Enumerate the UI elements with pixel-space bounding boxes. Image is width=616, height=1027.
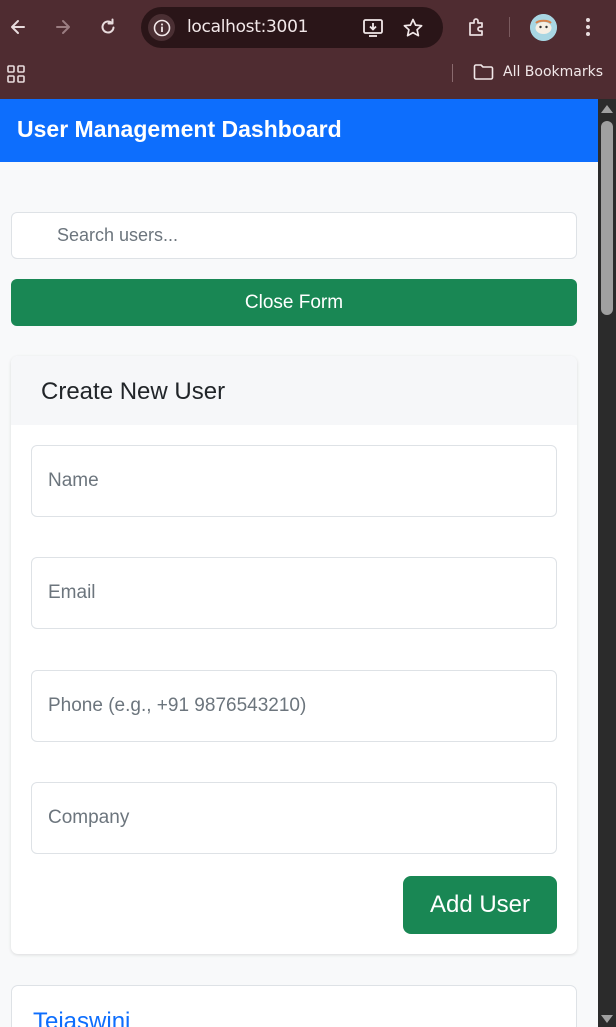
- reload-button[interactable]: [94, 13, 122, 41]
- scrollbar-thumb[interactable]: [601, 121, 613, 315]
- page-viewport: User Management Dashboard Close Form Cre…: [0, 99, 598, 1027]
- extensions-puzzle-icon: [469, 18, 483, 36]
- navbar: User Management Dashboard: [0, 99, 598, 162]
- scroll-up-arrow-icon[interactable]: [601, 105, 613, 113]
- browser-toolbar: localhost:3001: [0, 0, 616, 54]
- user-card: Tejaswini: [11, 985, 577, 1027]
- back-button[interactable]: [4, 13, 32, 41]
- install-app-button[interactable]: [362, 17, 384, 39]
- address-bar[interactable]: localhost:3001: [141, 7, 443, 48]
- create-user-card: Create New User Add User: [11, 356, 577, 954]
- name-field-wrap: [31, 445, 557, 517]
- toolbar-divider: [509, 17, 510, 37]
- scroll-down-arrow-icon[interactable]: [601, 1015, 613, 1023]
- page-scrollbar[interactable]: [598, 99, 616, 1027]
- site-info-button[interactable]: [148, 14, 175, 41]
- bookmarks-divider: [452, 64, 453, 82]
- forward-button[interactable]: [49, 13, 77, 41]
- close-form-button[interactable]: Close Form: [11, 279, 577, 326]
- more-menu-button[interactable]: [574, 13, 602, 41]
- company-field-wrap: [31, 782, 557, 854]
- phone-field-wrap: [31, 670, 557, 742]
- add-user-button[interactable]: Add User: [403, 876, 557, 934]
- reload-icon: [101, 18, 115, 34]
- email-field[interactable]: [32, 558, 556, 628]
- apps-grid-icon: [7, 65, 25, 83]
- email-field-wrap: [31, 557, 557, 629]
- more-menu-icon: [586, 18, 590, 36]
- profile-avatar[interactable]: [530, 14, 557, 41]
- search-box: [11, 212, 577, 259]
- card-header: Create New User: [11, 356, 577, 425]
- folder-icon: [473, 64, 494, 80]
- user-name-link[interactable]: Tejaswini: [33, 1008, 130, 1027]
- company-field[interactable]: [32, 783, 556, 853]
- bookmark-star-icon: [403, 18, 423, 37]
- apps-button[interactable]: [6, 64, 26, 84]
- navbar-title[interactable]: User Management Dashboard: [17, 116, 342, 143]
- extensions-button[interactable]: [463, 13, 491, 41]
- forward-arrow-icon: [56, 20, 70, 34]
- site-info-icon: [153, 19, 170, 36]
- phone-field[interactable]: [32, 671, 556, 741]
- card-title: Create New User: [41, 378, 226, 405]
- back-arrow-icon: [11, 20, 25, 34]
- install-app-icon: [363, 19, 383, 37]
- all-bookmarks-button[interactable]: All Bookmarks: [473, 63, 603, 81]
- bookmark-star-button[interactable]: [402, 17, 424, 39]
- search-input[interactable]: [12, 213, 576, 258]
- name-field[interactable]: [32, 446, 556, 516]
- all-bookmarks-label: All Bookmarks: [503, 64, 604, 80]
- url-text[interactable]: localhost:3001: [187, 17, 308, 37]
